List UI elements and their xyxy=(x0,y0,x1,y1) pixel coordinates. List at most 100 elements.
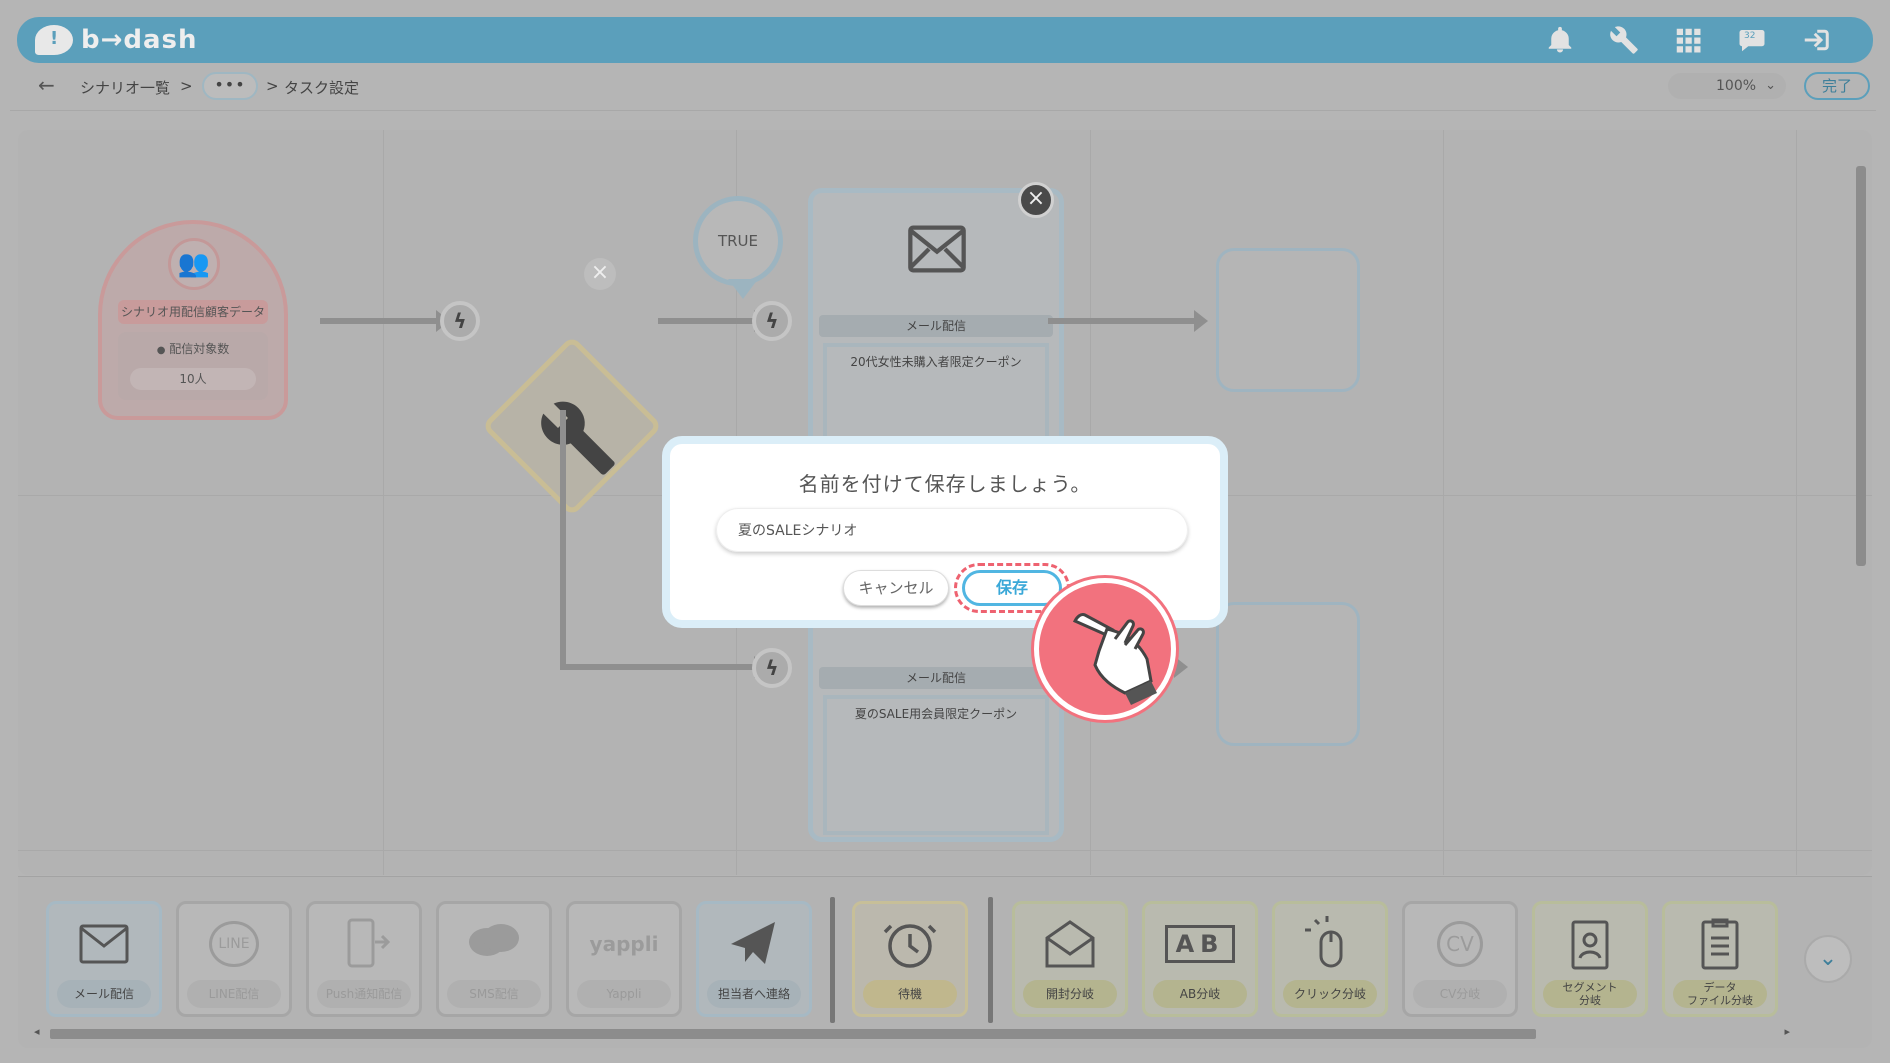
grid-line xyxy=(383,130,384,875)
connector-arrow xyxy=(658,310,768,332)
wrench-icon[interactable] xyxy=(1607,23,1641,57)
palette-line[interactable]: LINE LINE配信 xyxy=(176,901,292,1017)
segment-title: シナリオ用配信顧客データ xyxy=(118,300,268,324)
mail-card-label: メール配信 xyxy=(819,667,1053,689)
palette-yappli[interactable]: yappli Yappli xyxy=(566,901,682,1017)
true-branch-pin: TRUE xyxy=(693,196,783,299)
done-button[interactable]: 完了 xyxy=(1804,72,1870,100)
zoom-value: 100% xyxy=(1716,78,1757,94)
paper-plane-icon xyxy=(731,922,775,964)
breadcrumb-sep: > xyxy=(266,77,279,95)
palette-label: 待機 xyxy=(863,980,957,1008)
palette-notify-staff[interactable]: 担当者へ連絡 xyxy=(696,901,812,1017)
pointing-hand-icon xyxy=(1072,613,1157,705)
palette-datafile-branch[interactable]: データ ファイル分岐 xyxy=(1662,901,1778,1017)
mail-card-label: メール配信 xyxy=(819,315,1053,337)
palette-label: データ ファイル分岐 xyxy=(1673,980,1767,1008)
palette-label: Push通知配信 xyxy=(317,980,411,1008)
connector-arrow xyxy=(1048,310,1208,332)
ab-icon: AB xyxy=(1145,914,1255,974)
scroll-right-icon[interactable]: ▸ xyxy=(1784,1025,1790,1038)
palette-label: メール配信 xyxy=(57,980,151,1008)
logo-bubble-icon: ! xyxy=(35,25,73,55)
palette-ab-branch[interactable]: AB AB分岐 xyxy=(1142,901,1258,1017)
grid-line xyxy=(1443,130,1444,875)
mail-icon xyxy=(908,225,966,273)
segment-count-value: 10人 xyxy=(130,368,256,390)
palette-sms[interactable]: SMS配信 xyxy=(436,901,552,1017)
palette-open-branch[interactable]: 開封分岐 xyxy=(1012,901,1128,1017)
palette-click-branch[interactable]: クリック分岐 xyxy=(1272,901,1388,1017)
push-icon xyxy=(347,918,391,968)
palette-label: セグメント 分岐 xyxy=(1543,980,1637,1008)
connector-line xyxy=(560,410,566,670)
chat-icon[interactable]: 32 xyxy=(1735,23,1769,57)
breadcrumb-sep: > xyxy=(180,77,193,95)
breadcrumb-bar: ← シナリオ一覧 > ••• > タスク設定 100% ⌄ 完了 xyxy=(10,63,1876,111)
palette-label: AB分岐 xyxy=(1153,980,1247,1008)
close-icon[interactable]: × xyxy=(1018,182,1054,218)
alarm-clock-icon xyxy=(883,924,937,968)
grid-icon[interactable] xyxy=(1671,23,1705,57)
breadcrumb-ellipsis-button[interactable]: ••• xyxy=(202,72,258,100)
connector-arrow xyxy=(320,310,450,332)
user-icon: ● xyxy=(156,345,166,356)
app-logo[interactable]: ! b→dash xyxy=(35,23,198,57)
close-icon[interactable]: × xyxy=(584,258,616,290)
trigger-bolt-icon[interactable]: ϟ xyxy=(440,301,480,341)
chat-badge: 32 xyxy=(1744,31,1756,41)
breadcrumb-current: タスク設定 xyxy=(284,79,360,97)
segment-count-label: ● 配信対象数 xyxy=(156,342,230,356)
palette-segment-branch[interactable]: セグメント 分岐 xyxy=(1532,901,1648,1017)
trigger-bolt-icon[interactable]: ϟ xyxy=(752,301,792,341)
palette-divider xyxy=(830,897,835,1023)
cv-icon: CV xyxy=(1405,914,1515,974)
open-mail-icon xyxy=(1045,920,1095,968)
palette-label: SMS配信 xyxy=(447,980,541,1008)
palette-cv-branch[interactable]: CV CV分岐 xyxy=(1402,901,1518,1017)
palette-label: 担当者へ連絡 xyxy=(707,980,801,1008)
grid-line xyxy=(18,850,1872,851)
save-button[interactable]: 保存 xyxy=(962,570,1062,606)
grid-line xyxy=(1796,130,1797,875)
top-header: ! b→dash 32 xyxy=(17,17,1873,63)
zoom-select[interactable]: 100% ⌄ xyxy=(1668,73,1786,99)
clipboard-icon xyxy=(1701,918,1739,970)
segment-start-node[interactable]: 👥 シナリオ用配信顧客データ ● 配信対象数 10人 xyxy=(98,220,288,420)
mouse-click-icon xyxy=(1305,916,1343,968)
vertical-scrollbar[interactable] xyxy=(1854,146,1868,868)
palette-mail[interactable]: メール配信 xyxy=(46,901,162,1017)
scroll-left-icon[interactable]: ◂ xyxy=(34,1025,40,1038)
trigger-bolt-icon[interactable]: ϟ xyxy=(752,648,792,688)
yappli-icon: yappli xyxy=(589,932,659,956)
horizontal-scrollbar[interactable]: ◂ ▸ xyxy=(32,1025,1792,1041)
empty-node[interactable] xyxy=(1216,248,1360,392)
palette-label: クリック分岐 xyxy=(1283,980,1377,1008)
pointing-hand-hint xyxy=(1034,578,1176,720)
dialog-title: 名前を付けて保存しましょう。 xyxy=(798,472,1092,496)
header-icons: 32 xyxy=(1543,23,1833,57)
scrollbar-thumb[interactable] xyxy=(50,1029,1536,1039)
chevron-down-icon[interactable]: ⌄ xyxy=(1804,935,1852,983)
users-icon: 👥 xyxy=(168,238,220,290)
back-arrow-icon[interactable]: ← xyxy=(38,73,55,97)
badge-icon xyxy=(1571,920,1609,970)
segment-count-box: ● 配信対象数 10人 xyxy=(118,332,268,400)
empty-node[interactable] xyxy=(1216,602,1360,746)
palette-wait[interactable]: 待機 xyxy=(852,901,968,1017)
logout-icon[interactable] xyxy=(1799,23,1833,57)
palette-label: Yappli xyxy=(577,980,671,1008)
cancel-button[interactable]: キャンセル xyxy=(843,570,949,606)
line-icon: LINE xyxy=(179,914,289,974)
mail-card-body: 夏のSALE用会員限定クーポン xyxy=(823,695,1049,835)
scrollbar-thumb[interactable] xyxy=(1856,166,1866,566)
mail-icon xyxy=(79,924,129,964)
palette-label: LINE配信 xyxy=(187,980,281,1008)
palette-push[interactable]: Push通知配信 xyxy=(306,901,422,1017)
sms-icon xyxy=(469,924,519,956)
bell-icon[interactable] xyxy=(1543,23,1577,57)
node-palette: メール配信 LINE LINE配信 Push通知配信 SMS配信 yappli … xyxy=(18,876,1872,1048)
scenario-name-input[interactable] xyxy=(716,508,1188,552)
chevron-down-icon: ⌄ xyxy=(1765,78,1776,93)
breadcrumb-root[interactable]: シナリオ一覧 xyxy=(80,77,170,98)
